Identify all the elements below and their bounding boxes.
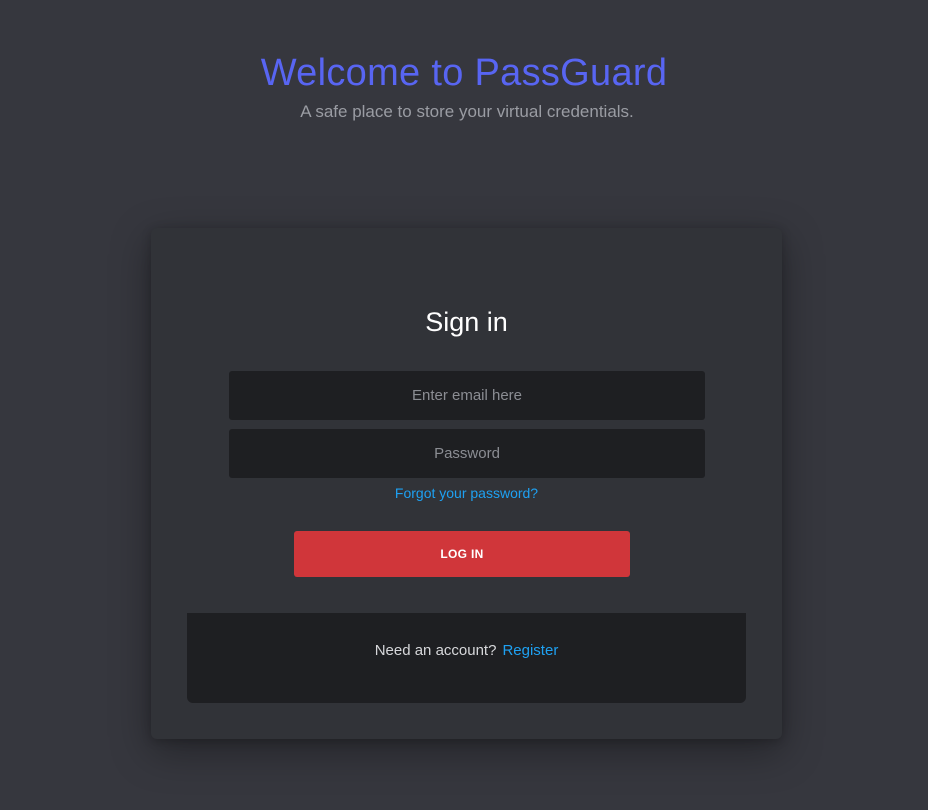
signin-title: Sign in (425, 307, 508, 337)
register-panel: Need an account? Register (187, 613, 746, 703)
hero-subtitle: A safe place to store your virtual crede… (300, 102, 634, 121)
register-row: Need an account? Register (187, 640, 746, 662)
login-page: Welcome to PassGuard A safe place to sto… (0, 0, 928, 810)
email-input[interactable] (229, 371, 705, 420)
password-input[interactable] (229, 429, 705, 478)
login-button[interactable]: LOG IN (294, 531, 630, 577)
signin-card: Sign in Forgot your password? LOG IN Nee… (151, 228, 782, 739)
register-link[interactable]: Register (502, 642, 558, 659)
forgot-password-link[interactable]: Forgot your password? (151, 483, 782, 503)
hero-title: Welcome to PassGuard (260, 52, 668, 94)
need-account-text: Need an account? (374, 642, 497, 659)
